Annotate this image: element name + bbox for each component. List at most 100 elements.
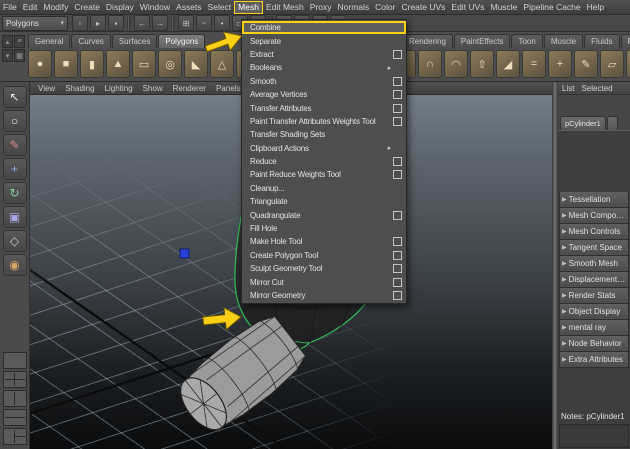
move-tool[interactable]: + [3, 158, 27, 180]
ae-section-tangent-space[interactable]: ▶ Tangent Space [559, 240, 629, 256]
menu-edit[interactable]: Edit [20, 1, 41, 14]
bevel-icon[interactable]: ◢ [496, 50, 520, 78]
mesh-menu-item-reduce[interactable]: Reduce ▸ [242, 155, 406, 168]
ae-section-node-behavior[interactable]: ▶ Node Behavior [559, 336, 629, 352]
shelf-tab-arrow-down-icon[interactable]: ▾ [2, 49, 13, 62]
poly-cone-icon[interactable]: ▲ [106, 50, 130, 78]
menu-display[interactable]: Display [103, 1, 137, 14]
shelf-tab-fluids[interactable]: Fluids [584, 34, 619, 48]
mesh-menu-item-cleanup[interactable]: Cleanup... ▸ [242, 182, 406, 195]
menu-create[interactable]: Create [71, 1, 103, 14]
layout-two-pane-side-by-side[interactable] [3, 390, 27, 407]
mesh-menu-item-paint-transfer-attributes-weights-tool[interactable]: Paint Transfer Attributes Weights Tool ▸ [242, 115, 406, 128]
shelf-tab-toon[interactable]: Toon [511, 34, 542, 48]
menu-assets[interactable]: Assets [173, 1, 205, 14]
shelf-tab-muscle[interactable]: Muscle [544, 34, 583, 48]
boolean-intersection-icon[interactable]: ∩ [418, 50, 442, 78]
snap-to-grid-icon[interactable]: ⊞ [178, 15, 194, 31]
mesh-menu-item-fill-hole[interactable]: Fill Hole ▸ [242, 222, 406, 235]
shelf-tab-general[interactable]: General [28, 34, 70, 48]
merge-icon[interactable]: + [548, 50, 572, 78]
mesh-menu-item-extract[interactable]: Extract ▸ [242, 48, 406, 61]
menu-help[interactable]: Help [584, 1, 607, 14]
menu-file[interactable]: File [0, 1, 20, 14]
mesh-menu-item-average-vertices[interactable]: Average Vertices ▸ [242, 88, 406, 101]
mesh-menu-item-clipboard-actions[interactable]: Clipboard Actions ▸ [242, 142, 406, 155]
quad-draw-icon[interactable]: ▱ [600, 50, 624, 78]
undo-icon[interactable]: ← [134, 15, 150, 31]
ae-section-mesh-controls[interactable]: ▶ Mesh Controls [559, 224, 629, 240]
poly-cube-icon[interactable]: ■ [54, 50, 78, 78]
menu-pipeline-cache[interactable]: Pipeline Cache [520, 1, 583, 14]
menu-proxy[interactable]: Proxy [307, 1, 335, 14]
option-box-icon[interactable] [393, 211, 402, 220]
open-scene-icon[interactable]: ▸ [90, 15, 106, 31]
mesh-menu-item-make-hole-tool[interactable]: Make Hole Tool ▸ [242, 235, 406, 248]
poly-cylinder-icon[interactable]: ▮ [80, 50, 104, 78]
shelf-item-menu-icon[interactable]: ▦ [14, 49, 25, 62]
mesh-menu-item-transfer-attributes[interactable]: Transfer Attributes ▸ [242, 101, 406, 114]
shelf-menu-icon[interactable]: ≡ [14, 35, 25, 48]
option-box-icon[interactable] [393, 291, 402, 300]
bridge-icon[interactable]: = [522, 50, 546, 78]
panel-menu-lighting[interactable]: Lighting [105, 84, 133, 93]
option-box-icon[interactable] [393, 90, 402, 99]
soft-modification-tool[interactable]: ◉ [3, 254, 27, 276]
menu-mesh[interactable]: Mesh [234, 1, 263, 14]
panel-menu-shading[interactable]: Shading [65, 84, 94, 93]
select-tool[interactable]: ↖ [3, 86, 27, 108]
menu-window[interactable]: Window [137, 1, 173, 14]
blue-cube-object[interactable] [180, 249, 189, 258]
ae-section-tessellation[interactable]: ▶ Tessellation [559, 192, 629, 208]
shelf-tab-surfaces[interactable]: Surfaces [112, 34, 158, 48]
smooth-icon[interactable]: ◠ [444, 50, 468, 78]
menu-modify[interactable]: Modify [40, 1, 71, 14]
menu-color[interactable]: Color [372, 1, 398, 14]
layout-four-pane[interactable] [3, 371, 27, 388]
ae-section-extra-attributes[interactable]: ▶ Extra Attributes [559, 352, 629, 368]
mesh-menu-item-sculpt-geometry-tool[interactable]: Sculpt Geometry Tool ▸ [242, 262, 406, 275]
ae-menu-list[interactable]: List [562, 84, 574, 93]
group-separator[interactable] [171, 17, 175, 30]
group-separator[interactable] [127, 17, 131, 30]
mesh-menu-item-combine[interactable]: Combine ▸ [242, 21, 406, 34]
mesh-menu-item-mirror-cut[interactable]: Mirror Cut ▸ [242, 275, 406, 288]
scale-tool[interactable]: ▣ [3, 206, 27, 228]
save-scene-icon[interactable]: ▪ [108, 15, 124, 31]
mesh-menu-item-transfer-shading-sets[interactable]: Transfer Shading Sets ▸ [242, 128, 406, 141]
poly-torus-icon[interactable]: ◎ [158, 50, 182, 78]
shelf-tab-fur[interactable]: Fur [621, 34, 630, 48]
poly-plane-icon[interactable]: ▭ [132, 50, 156, 78]
option-box-icon[interactable] [393, 170, 402, 179]
mesh-menu-item-paint-reduce-weights-tool[interactable]: Paint Reduce Weights Tool ▸ [242, 168, 406, 181]
menu-select[interactable]: Select [205, 1, 235, 14]
rotate-tool[interactable]: ↻ [3, 182, 27, 204]
shelf-tab-curves[interactable]: Curves [71, 34, 110, 48]
lasso-select-tool[interactable]: ○ [3, 110, 27, 132]
ae-menu-selected[interactable]: Selected [581, 84, 612, 93]
mesh-menu-item-create-polygon-tool[interactable]: Create Polygon Tool ▸ [242, 249, 406, 262]
tab-clipped[interactable] [607, 116, 618, 131]
panel-menu-view[interactable]: View [38, 84, 55, 93]
notes-field[interactable] [559, 424, 629, 448]
ae-section-object-display[interactable]: ▶ Object Display [559, 304, 629, 320]
shelf-tab-arrow-up-icon[interactable]: ▴ [2, 35, 13, 48]
option-box-icon[interactable] [393, 117, 402, 126]
panel-menu-renderer[interactable]: Renderer [173, 84, 206, 93]
tab-pcylinder1[interactable]: pCylinder1 [560, 116, 606, 131]
menu-normals[interactable]: Normals [335, 1, 373, 14]
mesh-menu-item-booleans[interactable]: Booleans ▸ [242, 61, 406, 74]
new-scene-icon[interactable]: ▫ [72, 15, 88, 31]
mesh-menu-item-smooth[interactable]: Smooth ▸ [242, 75, 406, 88]
menu-muscle[interactable]: Muscle [487, 1, 520, 14]
mesh-menu-item-mirror-geometry[interactable]: Mirror Geometry ▸ [242, 289, 406, 302]
selection-mode-dropdown[interactable]: Polygons ▾ [2, 16, 68, 31]
option-box-icon[interactable] [393, 104, 402, 113]
ae-section-mesh-component-display[interactable]: ▶ Mesh Component Display [559, 208, 629, 224]
redo-icon[interactable]: → [152, 15, 168, 31]
menu-edit-mesh[interactable]: Edit Mesh [263, 1, 307, 14]
mesh-menu-item-quadrangulate[interactable]: Quadrangulate ▸ [242, 208, 406, 221]
shelf-tab-rendering[interactable]: Rendering [402, 34, 453, 48]
mirror-icon[interactable]: ◫ [626, 50, 630, 78]
option-box-icon[interactable] [393, 264, 402, 273]
